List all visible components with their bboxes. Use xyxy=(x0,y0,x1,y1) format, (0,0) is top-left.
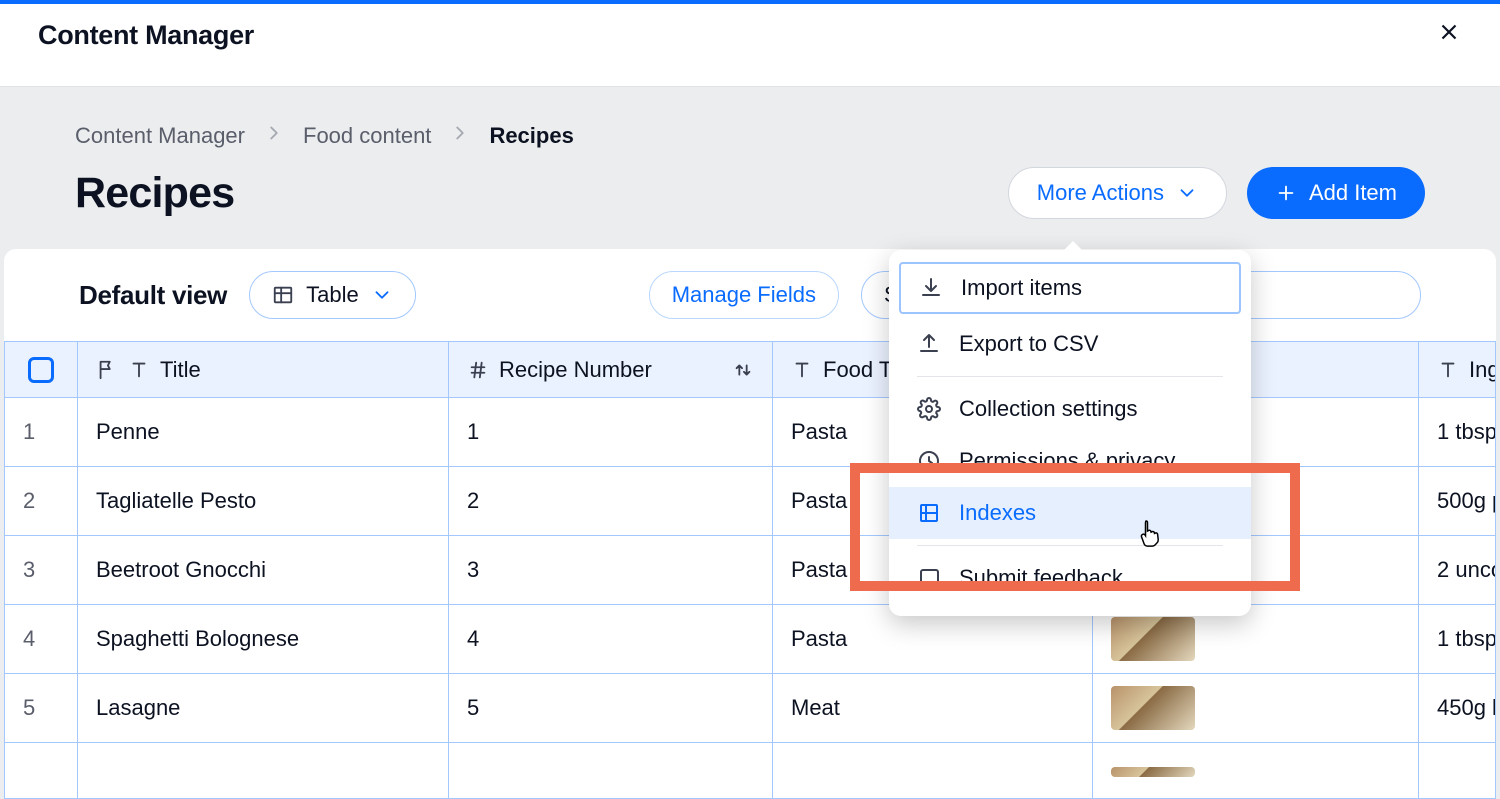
index-icon xyxy=(917,501,941,525)
page-title-row: Recipes More Actions Add Item xyxy=(0,149,1500,249)
menu-item-indexes[interactable]: Indexes xyxy=(889,487,1251,539)
row-index: 1 xyxy=(5,398,78,467)
image-thumbnail xyxy=(1111,617,1195,661)
column-title-label: Title xyxy=(160,357,201,383)
cell-title[interactable]: Lasagne xyxy=(78,674,449,743)
menu-item-import[interactable]: Import items xyxy=(899,262,1241,314)
menu-separator xyxy=(917,545,1223,546)
text-icon xyxy=(128,359,150,381)
menu-separator xyxy=(917,376,1223,377)
select-all-header[interactable] xyxy=(5,342,78,398)
chat-icon xyxy=(917,566,941,590)
cell-number[interactable]: 3 xyxy=(449,536,773,605)
text-icon xyxy=(791,359,813,381)
cell-ingredients[interactable]: 500g p xyxy=(1419,467,1496,536)
hash-icon xyxy=(467,359,489,381)
breadcrumb-item[interactable]: Content Manager xyxy=(75,123,245,149)
more-actions-button[interactable]: More Actions xyxy=(1008,167,1227,219)
row-index: 4 xyxy=(5,605,78,674)
cell-title[interactable]: Spaghetti Bolognese xyxy=(78,605,449,674)
view-name: Default view xyxy=(79,280,227,311)
menu-label: Export to CSV xyxy=(959,331,1098,357)
breadcrumb-item[interactable]: Food content xyxy=(303,123,431,149)
table-row-empty xyxy=(5,743,1496,799)
chevron-down-icon xyxy=(1176,182,1198,204)
column-ing-label: Ing xyxy=(1469,357,1496,383)
table-toolbar: Default view Table Manage Fields S xyxy=(4,249,1496,341)
plus-icon xyxy=(1275,182,1297,204)
cell-ingredients[interactable]: 2 unco xyxy=(1419,536,1496,605)
chevron-down-icon xyxy=(371,284,393,306)
menu-item-feedback[interactable]: Submit feedback xyxy=(889,552,1251,604)
more-actions-label: More Actions xyxy=(1037,180,1164,206)
app-title: Content Manager xyxy=(38,20,254,51)
page-title: Recipes xyxy=(75,169,234,218)
flag-icon xyxy=(96,359,118,381)
column-header-recipe-number[interactable]: Recipe Number xyxy=(449,342,773,398)
row-index: 5 xyxy=(5,674,78,743)
cell-number[interactable]: 4 xyxy=(449,605,773,674)
cell-number[interactable]: 5 xyxy=(449,674,773,743)
table-header-row: Title Recipe Number xyxy=(5,342,1496,398)
row-index: 3 xyxy=(5,536,78,605)
add-item-button[interactable]: Add Item xyxy=(1247,167,1425,219)
data-table: Title Recipe Number xyxy=(4,341,1496,799)
row-index: 2 xyxy=(5,467,78,536)
gear-icon xyxy=(917,397,941,421)
column-header-ingredients[interactable]: Ing xyxy=(1419,342,1496,398)
menu-label: Indexes xyxy=(959,500,1036,526)
more-actions-dropdown: Import items Export to CSV Collection se… xyxy=(889,250,1251,616)
breadcrumb-current: Recipes xyxy=(489,123,573,149)
cell-number[interactable]: 1 xyxy=(449,398,773,467)
text-icon xyxy=(1437,359,1459,381)
cell-title[interactable]: Beetroot Gnocchi xyxy=(78,536,449,605)
cell-ingredients[interactable]: 1 tbsp xyxy=(1419,398,1496,467)
column-food-label: Food T xyxy=(823,357,892,383)
table-row[interactable]: 1Penne1Pasta1 tbsp xyxy=(5,398,1496,467)
chevron-right-icon xyxy=(449,122,471,149)
view-type-label: Table xyxy=(306,282,359,308)
cell-image[interactable] xyxy=(1093,674,1419,743)
upload-icon xyxy=(917,332,941,356)
breadcrumb: Content Manager Food content Recipes xyxy=(0,122,1500,149)
cell-food-type[interactable]: Meat xyxy=(773,674,1093,743)
view-type-selector[interactable]: Table xyxy=(249,271,416,319)
lock-icon xyxy=(917,449,941,473)
table-icon xyxy=(272,284,294,306)
chevron-right-icon xyxy=(263,122,285,149)
menu-item-permissions[interactable]: Permissions & privacy xyxy=(889,435,1251,487)
manage-fields-button[interactable]: Manage Fields xyxy=(649,271,839,319)
table-panel: Default view Table Manage Fields S xyxy=(4,249,1496,799)
checkbox-icon[interactable] xyxy=(28,357,54,383)
column-header-title[interactable]: Title xyxy=(78,342,449,398)
app-header: Content Manager xyxy=(0,4,1500,86)
title-actions: More Actions Add Item xyxy=(1008,167,1425,219)
menu-label: Permissions & privacy xyxy=(959,448,1175,474)
table-row[interactable]: 5Lasagne5Meat450g le xyxy=(5,674,1496,743)
cell-ingredients[interactable]: 1 tbsp xyxy=(1419,605,1496,674)
manage-fields-label: Manage Fields xyxy=(672,282,816,308)
table-row[interactable]: 2Tagliatelle Pesto2Pasta500g p xyxy=(5,467,1496,536)
menu-item-export[interactable]: Export to CSV xyxy=(889,318,1251,370)
table-row[interactable]: 3Beetroot Gnocchi3Pasta2 unco xyxy=(5,536,1496,605)
image-thumbnail xyxy=(1111,686,1195,730)
cell-number[interactable]: 2 xyxy=(449,467,773,536)
add-item-label: Add Item xyxy=(1309,180,1397,206)
menu-label: Collection settings xyxy=(959,396,1138,422)
table-row[interactable]: 4Spaghetti Bolognese4Pasta1 tbsp xyxy=(5,605,1496,674)
close-icon[interactable] xyxy=(1436,19,1462,52)
menu-label: Import items xyxy=(961,275,1082,301)
cell-ingredients[interactable]: 450g le xyxy=(1419,674,1496,743)
content-area: Content Manager Food content Recipes Rec… xyxy=(0,86,1500,799)
image-thumbnail xyxy=(1111,767,1195,777)
menu-item-settings[interactable]: Collection settings xyxy=(889,383,1251,435)
download-icon xyxy=(919,276,943,300)
column-number-label: Recipe Number xyxy=(499,357,652,383)
cell-title[interactable]: Penne xyxy=(78,398,449,467)
menu-label: Submit feedback xyxy=(959,565,1123,591)
sort-icon[interactable] xyxy=(732,359,754,381)
cell-title[interactable]: Tagliatelle Pesto xyxy=(78,467,449,536)
